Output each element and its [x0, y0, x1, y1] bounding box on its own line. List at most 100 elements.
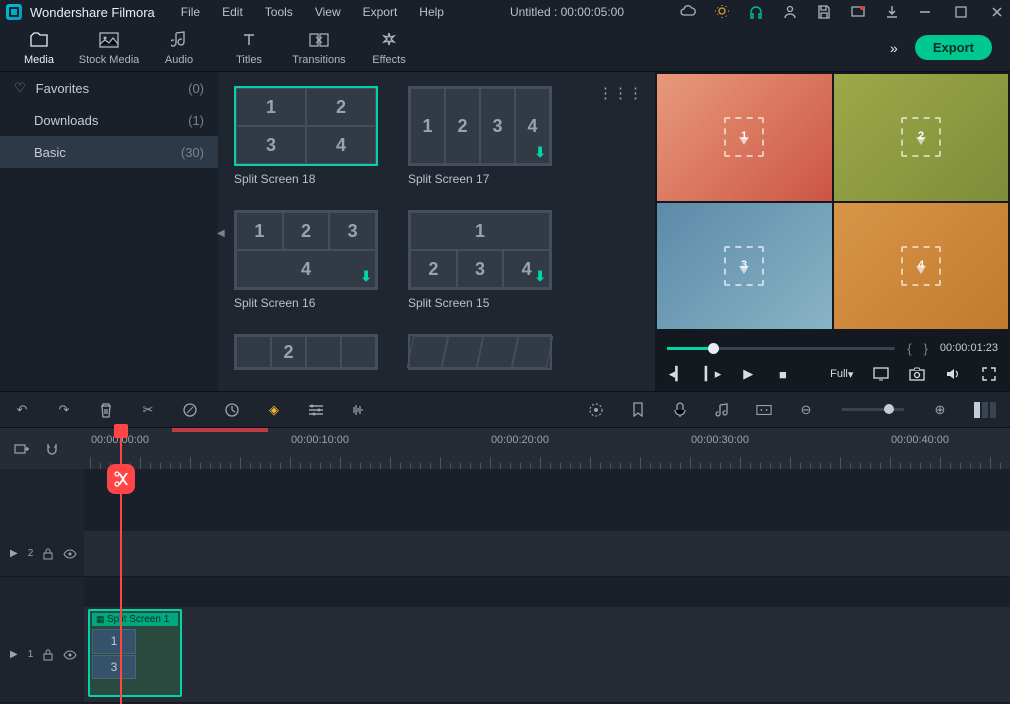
mix-button[interactable]	[756, 402, 772, 418]
track-type-icon: ▶	[10, 548, 18, 559]
zoom-slider[interactable]	[842, 408, 904, 411]
zoom-thumb[interactable]	[884, 404, 894, 414]
sidebar-item-downloads[interactable]: Downloads (1)	[0, 104, 218, 136]
tab-titles[interactable]: Titles	[214, 30, 284, 66]
tab-transitions[interactable]: Transitions	[284, 30, 354, 66]
keyframe-button[interactable]: ◈	[266, 402, 282, 418]
playhead[interactable]	[120, 428, 122, 704]
message-icon[interactable]	[850, 4, 866, 20]
download-icon[interactable]: ⬇	[534, 144, 546, 161]
track-body[interactable]	[84, 531, 1010, 576]
music-button[interactable]	[714, 402, 730, 418]
timeline-clip[interactable]: ▦ Split Screen 1 1 3	[88, 609, 182, 697]
save-icon[interactable]	[816, 4, 832, 20]
stop-button[interactable]: ■	[776, 366, 791, 382]
add-track-button[interactable]	[14, 441, 30, 457]
zoom-fit-button[interactable]	[974, 402, 996, 418]
template-item[interactable]: 1234 Split Screen 18	[234, 86, 378, 186]
sidebar-item-basic[interactable]: Basic (30)	[0, 136, 218, 168]
mark-in-icon[interactable]: {	[907, 341, 911, 356]
module-tabs: Media Stock Media Audio Titles Transitio…	[0, 24, 1010, 72]
seek-track[interactable]	[667, 347, 895, 350]
template-item[interactable]: 1234 ⬇ Split Screen 17	[408, 86, 552, 186]
template-name: Split Screen 15	[408, 296, 552, 310]
marker-button[interactable]	[630, 402, 646, 418]
fullscreen-button[interactable]	[981, 366, 996, 382]
tab-stock-media[interactable]: Stock Media	[74, 30, 144, 66]
account-icon[interactable]	[782, 4, 798, 20]
preview-zone-4[interactable]: 4	[834, 203, 1009, 330]
sidebar-item-favorites[interactable]: ♡ Favorites (0)	[0, 72, 218, 104]
redo-button[interactable]: ↷	[56, 402, 72, 418]
menu-tools[interactable]: Tools	[255, 2, 303, 22]
quality-dropdown[interactable]: Full ▾	[830, 366, 853, 382]
visibility-icon[interactable]	[63, 549, 77, 559]
track-body[interactable]: ▦ Split Screen 1 1 3	[84, 607, 1010, 702]
display-icon[interactable]	[873, 366, 889, 382]
clip-title: ▦ Split Screen 1	[92, 613, 178, 626]
snapshot-button[interactable]	[909, 366, 925, 382]
selection-range	[172, 428, 268, 432]
render-button[interactable]	[588, 402, 604, 418]
download-icon[interactable]: ⬇	[534, 268, 546, 285]
tab-media[interactable]: Media	[4, 30, 74, 66]
svg-text:4: 4	[918, 259, 925, 271]
cloud-icon[interactable]	[680, 4, 696, 20]
delete-button[interactable]	[98, 402, 114, 418]
prev-frame-button[interactable]: ◂▎	[669, 366, 685, 382]
template-item[interactable]	[408, 334, 552, 370]
speed-button[interactable]	[224, 402, 240, 418]
zoom-in-button[interactable]: ⊕	[932, 402, 948, 418]
lock-icon[interactable]	[43, 548, 53, 560]
template-item[interactable]: 1234 ⬇ Split Screen 15	[408, 210, 552, 310]
menu-file[interactable]: File	[171, 2, 210, 22]
menu-edit[interactable]: Edit	[212, 2, 253, 22]
collapse-panel-button[interactable]: »	[890, 40, 895, 56]
preview-seek-bar[interactable]: { } 00:00:01:23	[655, 339, 1010, 357]
track-spacer	[0, 469, 1010, 531]
tab-effects[interactable]: Effects	[354, 30, 424, 66]
maximize-button[interactable]	[954, 5, 968, 19]
download-icon[interactable]: ⬇	[360, 268, 372, 285]
timeline-ruler[interactable]: 00:00:00:00 00:00:10:00 00:00:20:00 00:0…	[84, 428, 1010, 469]
crop-button[interactable]	[182, 402, 198, 418]
menu-view[interactable]: View	[305, 2, 351, 22]
adjust-button[interactable]	[308, 402, 324, 418]
split-button[interactable]: ✂	[140, 402, 156, 418]
export-button[interactable]: Export	[915, 35, 992, 60]
menu-export[interactable]: Export	[353, 2, 408, 22]
mark-out-icon[interactable]: }	[924, 341, 928, 356]
record-button[interactable]	[672, 402, 688, 418]
play-button[interactable]: ▶	[741, 366, 756, 382]
track-2: ▶ 2	[0, 531, 1010, 577]
app-name: Wondershare Filmora	[30, 5, 155, 20]
magnet-button[interactable]	[44, 441, 60, 457]
idea-icon[interactable]	[714, 4, 730, 20]
menu-help[interactable]: Help	[409, 2, 454, 22]
sort-icon[interactable]: ⋮⋮⋮	[598, 84, 643, 102]
zoom-out-button[interactable]: ⊖	[798, 402, 814, 418]
audio-wave-button[interactable]	[350, 402, 366, 418]
visibility-icon[interactable]	[63, 650, 77, 660]
headphones-icon[interactable]	[748, 4, 764, 20]
template-item[interactable]: 2	[234, 334, 378, 370]
template-thumb	[408, 334, 552, 370]
preview-zone-1[interactable]: 1	[657, 74, 832, 201]
lock-icon[interactable]	[43, 649, 53, 661]
preview-panel: 1 2 3 4 { } 00:00:01:23 ◂▎ ▎▸ ▶ ■ Full ▾	[655, 72, 1010, 391]
drop-zone-icon: 1	[724, 117, 764, 157]
playhead-split-icon[interactable]	[107, 464, 135, 494]
undo-button[interactable]: ↶	[14, 402, 30, 418]
preview-zone-3[interactable]: 3	[657, 203, 832, 330]
preview-zone-2[interactable]: 2	[834, 74, 1009, 201]
playhead-handle[interactable]	[114, 424, 128, 438]
collapse-sidebar-button[interactable]: ◀	[217, 228, 225, 242]
minimize-button[interactable]	[918, 5, 932, 19]
seek-thumb[interactable]	[708, 343, 719, 354]
next-frame-button[interactable]: ▎▸	[705, 366, 721, 382]
tab-audio[interactable]: Audio	[144, 30, 214, 66]
download-icon[interactable]	[884, 4, 900, 20]
template-item[interactable]: 1234 ⬇ Split Screen 16	[234, 210, 378, 310]
close-button[interactable]	[990, 5, 1004, 19]
volume-button[interactable]	[945, 366, 961, 382]
